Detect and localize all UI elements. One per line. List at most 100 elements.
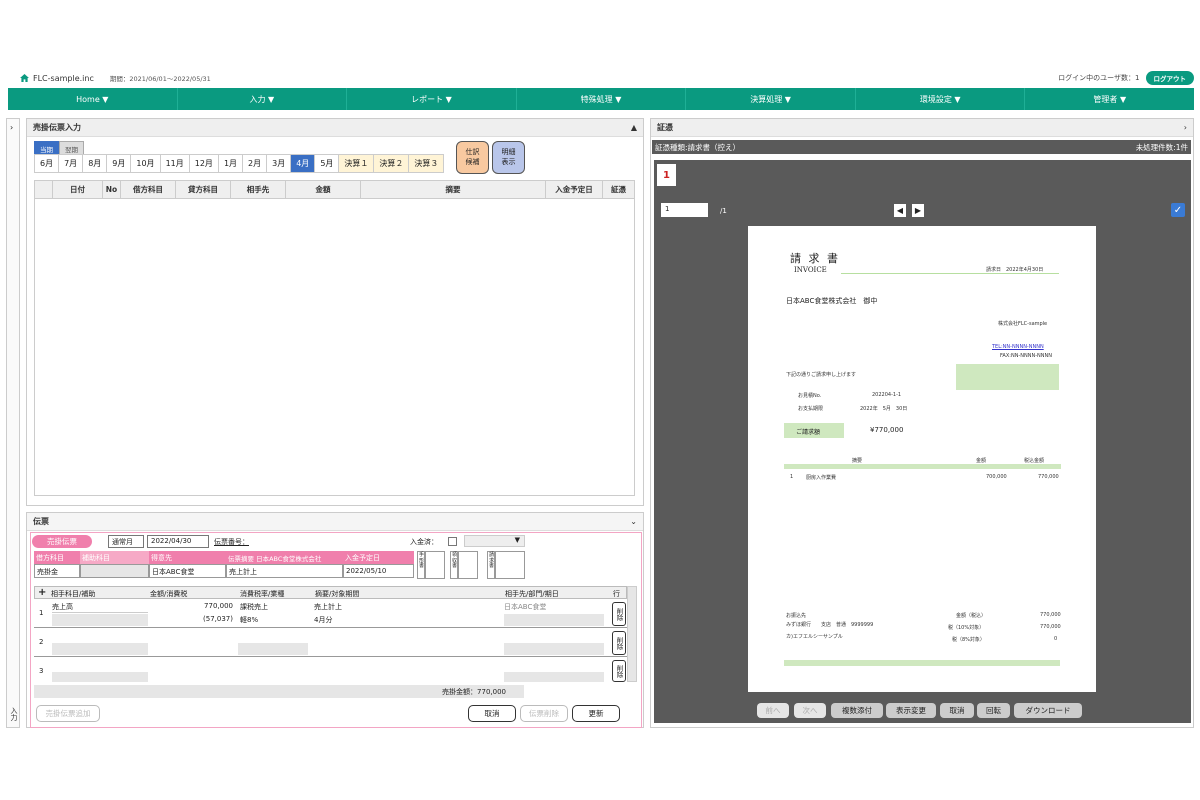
check-icon[interactable]: ✓ (1171, 203, 1185, 217)
voucher-number-link[interactable]: 伝票番号： (214, 537, 249, 547)
doc-date: 請求日 2022年4月30日 (986, 267, 1044, 273)
val-due[interactable]: 2022/05/10 (343, 564, 414, 578)
closing-tab-3[interactable]: 決算３ (408, 154, 445, 173)
page-thumb[interactable]: 1 (657, 164, 676, 186)
line-tax-type[interactable]: 課税売上 (240, 602, 268, 612)
next-page-icon[interactable]: ▶ (912, 204, 924, 217)
col-partner[interactable]: 相手先 (231, 181, 286, 198)
line-dept[interactable] (504, 672, 604, 682)
doc-sum1: 770,000 (1040, 612, 1061, 618)
receipt-box[interactable] (458, 551, 478, 579)
month-tab[interactable]: 9月 (106, 154, 131, 173)
line-tax-rate[interactable] (238, 643, 308, 655)
chevron-up-icon[interactable]: ▲ (631, 123, 637, 132)
col-debit[interactable]: 借方科目 (121, 181, 176, 198)
evidence-cancel-button[interactable]: 取消 (940, 703, 974, 718)
delete-line-button[interactable]: 削除 (612, 631, 626, 655)
line-account[interactable]: 売上高 (52, 602, 148, 613)
evidence-type: 証憑種類:請求書（控え） (655, 142, 741, 152)
rotate-button[interactable]: 回転 (977, 703, 1010, 718)
prev-page-icon[interactable]: ◀ (894, 204, 906, 217)
update-button[interactable]: 更新 (572, 705, 620, 722)
chevron-down-icon[interactable]: ⌄ (630, 517, 637, 526)
closing-tab-2[interactable]: 決算２ (373, 154, 409, 173)
month-tab[interactable]: 7月 (58, 154, 83, 173)
invoice-box[interactable] (495, 551, 525, 579)
nav-admin[interactable]: 管理者 ▼ (1025, 88, 1194, 110)
month-tab[interactable]: 12月 (188, 154, 218, 173)
month-tab[interactable]: 1月 (217, 154, 243, 173)
col-evidence[interactable]: 証憑 (603, 181, 634, 198)
line-dept[interactable] (504, 643, 604, 655)
month-tab[interactable]: 5月 (314, 154, 339, 173)
month-tab-selected[interactable]: 4月 (290, 154, 315, 173)
home-icon[interactable] (20, 74, 29, 82)
delete-line-button[interactable]: 削除 (612, 660, 626, 682)
bill-doc-box[interactable] (425, 551, 445, 579)
lcol-row: 行 (613, 590, 620, 598)
left-rail[interactable]: › 入力 (6, 118, 20, 728)
nav-input[interactable]: 入力 ▼ (178, 88, 348, 110)
voucher-header-table: 借方科目 補助科目 得意先 伝票摘要 日本ABC食堂株式会社 入金予定日 売掛金… (34, 551, 414, 579)
nav-settings[interactable]: 環境設定 ▼ (856, 88, 1026, 110)
line-sub[interactable] (52, 614, 148, 626)
line-partner[interactable]: 日本ABC食堂 (504, 602, 546, 612)
val-summary[interactable]: 売上計上 (226, 564, 343, 578)
col-due[interactable]: 入金予定日 (546, 181, 603, 198)
cancel-button[interactable]: 取消 (468, 705, 516, 722)
doc-sum2: 770,000 (1040, 624, 1061, 630)
lines-scrollbar[interactable] (627, 586, 637, 682)
month-tab[interactable]: 3月 (266, 154, 291, 173)
display-change-button[interactable]: 表示変更 (886, 703, 936, 718)
col-summary[interactable]: 摘要 (361, 181, 546, 198)
download-button[interactable]: ダウンロード (1014, 703, 1082, 718)
doc-col-tax: 税込金額 (1024, 458, 1045, 464)
month-type-select[interactable]: 通常月 (108, 535, 144, 548)
rail-label: 入力 (10, 707, 18, 721)
nav-special[interactable]: 特殊処理 ▼ (517, 88, 687, 110)
voucher-date-input[interactable]: 2022/04/30 (147, 535, 209, 548)
page-input[interactable]: 1 (661, 203, 708, 217)
add-line-icon[interactable]: + (38, 587, 46, 598)
line-tax-rate[interactable]: 軽8% (240, 615, 258, 625)
logout-button[interactable]: ログアウト (1145, 71, 1194, 85)
line-desc[interactable]: 売上計上 (314, 602, 342, 612)
line-period[interactable]: 4月分 (314, 615, 332, 625)
line-sub[interactable] (52, 672, 148, 682)
evidence-title: 証憑 (657, 123, 673, 132)
line-amount[interactable]: 770,000 (148, 602, 236, 610)
received-select[interactable]: ▼ (464, 535, 525, 547)
closing-tab-1[interactable]: 決算１ (338, 154, 374, 173)
add-voucher-button[interactable]: 売掛伝票追加 (36, 705, 100, 722)
journal-candidate-button[interactable]: 仕訳 候補 (456, 141, 489, 174)
month-tab[interactable]: 11月 (159, 154, 189, 173)
doc-intro: 下記の通りご請求申し上げます (786, 372, 857, 378)
line-dept[interactable] (504, 614, 604, 626)
detail-view-button[interactable]: 明細 表示 (492, 141, 525, 174)
col-date[interactable]: 日付 (53, 181, 103, 198)
month-tab[interactable]: 2月 (242, 154, 267, 173)
chevron-right-icon[interactable]: › (1184, 123, 1187, 132)
val-sub[interactable] (80, 564, 149, 578)
chevron-right-icon[interactable]: › (10, 123, 13, 132)
multi-attach-button[interactable]: 複数添付 (831, 703, 883, 718)
nav-closing[interactable]: 決算処理 ▼ (686, 88, 856, 110)
received-checkbox[interactable] (448, 537, 457, 546)
line-sub[interactable] (52, 643, 148, 655)
nav-report[interactable]: レポート ▼ (347, 88, 517, 110)
line-tax[interactable]: (57,037) (148, 615, 236, 623)
delete-line-button[interactable]: 削除 (612, 602, 626, 626)
month-tab[interactable]: 6月 (34, 154, 59, 173)
doc-item-no: 1 (790, 474, 794, 480)
month-tab[interactable]: 10月 (130, 154, 160, 173)
col-amount[interactable]: 金額 (286, 181, 361, 198)
month-tab[interactable]: 8月 (82, 154, 107, 173)
val-customer[interactable]: 日本ABC食堂 (149, 564, 226, 578)
val-debit[interactable]: 売掛金 (34, 564, 80, 578)
nav-home[interactable]: Home ▼ (8, 88, 178, 110)
col-no[interactable]: No (103, 181, 121, 198)
prev-button[interactable]: 前へ (757, 703, 789, 718)
col-credit[interactable]: 貸方科目 (176, 181, 231, 198)
delete-voucher-button[interactable]: 伝票削除 (520, 705, 568, 722)
next-button[interactable]: 次へ (794, 703, 826, 718)
